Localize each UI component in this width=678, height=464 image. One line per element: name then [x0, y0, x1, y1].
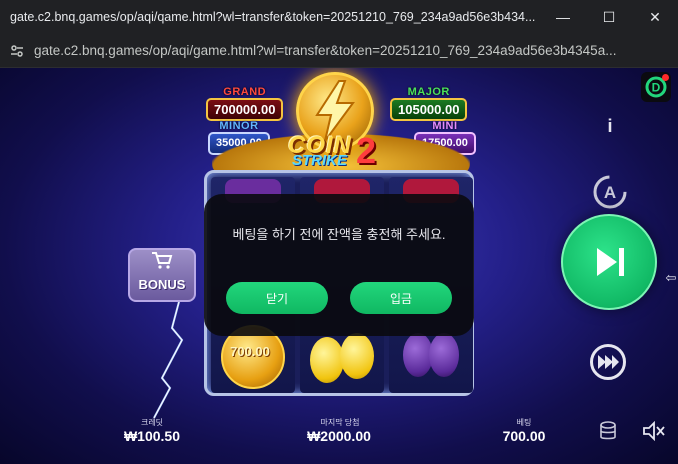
jackpot-minor-label: MINOR: [219, 120, 259, 132]
info-icon[interactable]: i: [598, 114, 622, 138]
jackpot-major-value: 105000.00: [390, 98, 468, 121]
deposit-button[interactable]: 입금: [350, 282, 452, 314]
site-settings-icon[interactable]: [0, 43, 34, 59]
coins-icon[interactable]: [598, 420, 618, 442]
browser-title-bar: gate.c2.bnq.games/op/aqi/qame.html?wl=tr…: [0, 0, 678, 34]
last-win-label: 마지막 당첨: [320, 418, 360, 427]
jackpot-grand: GRAND 700000.00: [206, 86, 284, 121]
maximize-button[interactable]: ☐: [586, 0, 632, 34]
window-title: gate.c2.bnq.games/op/aqi/qame.html?wl=tr…: [10, 10, 536, 24]
notification-dot: [662, 74, 669, 81]
bonus-label: BONUS: [138, 277, 186, 292]
bonus-buy-button[interactable]: BONUS: [128, 248, 196, 302]
plum-symbol: [429, 333, 459, 377]
d-logo-icon[interactable]: D: [641, 72, 671, 102]
bet-value[interactable]: 700.00: [484, 428, 564, 444]
coin-symbol-value: 700.00: [230, 344, 270, 359]
close-dialog-button[interactable]: 닫기: [226, 282, 328, 314]
autoplay-icon[interactable]: A: [590, 172, 630, 212]
expand-arrow-icon[interactable]: ⇦: [664, 270, 678, 286]
minimize-button[interactable]: —: [540, 0, 586, 34]
lemon-symbol: [340, 333, 374, 379]
balance-label: 크레딧: [140, 418, 164, 427]
jackpot-major-label: MAJOR: [407, 86, 450, 98]
jackpot-grand-label: GRAND: [223, 86, 267, 98]
address-bar: gate.c2.bnq.games/op/aqi/game.html?wl=tr…: [0, 34, 678, 68]
lightning-decoration: [153, 298, 184, 418]
jackpot-grand-value: 700000.00: [206, 98, 284, 121]
mute-icon[interactable]: [642, 420, 666, 442]
close-button[interactable]: ✕: [632, 0, 678, 34]
insufficient-balance-dialog: 베팅을 하기 전에 잔액을 충전해 주세요. 닫기 입금: [204, 194, 474, 336]
jackpot-mini-label: MINI: [432, 120, 458, 132]
game-canvas[interactable]: GRAND 700000.00 MINOR 35000.00 MAJOR 105…: [0, 68, 678, 464]
dialog-message: 베팅을 하기 전에 잔액을 충전해 주세요.: [232, 227, 446, 242]
logo-word-strike: STRIKE: [292, 152, 348, 169]
cart-icon: [130, 250, 194, 277]
jackpot-major: MAJOR 105000.00: [390, 86, 468, 121]
play-icon: [597, 248, 624, 276]
fast-forward-icon[interactable]: [590, 344, 626, 380]
svg-text:A: A: [604, 183, 616, 202]
lemon-symbol: [310, 337, 344, 383]
balance-value: ₩100.50: [123, 428, 181, 444]
logo-number: 2: [356, 130, 377, 171]
spin-button[interactable]: [561, 214, 657, 310]
url-field[interactable]: gate.c2.bnq.games/op/aqi/game.html?wl=tr…: [34, 43, 678, 58]
svg-text:D: D: [652, 81, 661, 95]
last-win-value: ₩2000.00: [307, 428, 371, 444]
bet-label: 베팅: [516, 418, 532, 427]
